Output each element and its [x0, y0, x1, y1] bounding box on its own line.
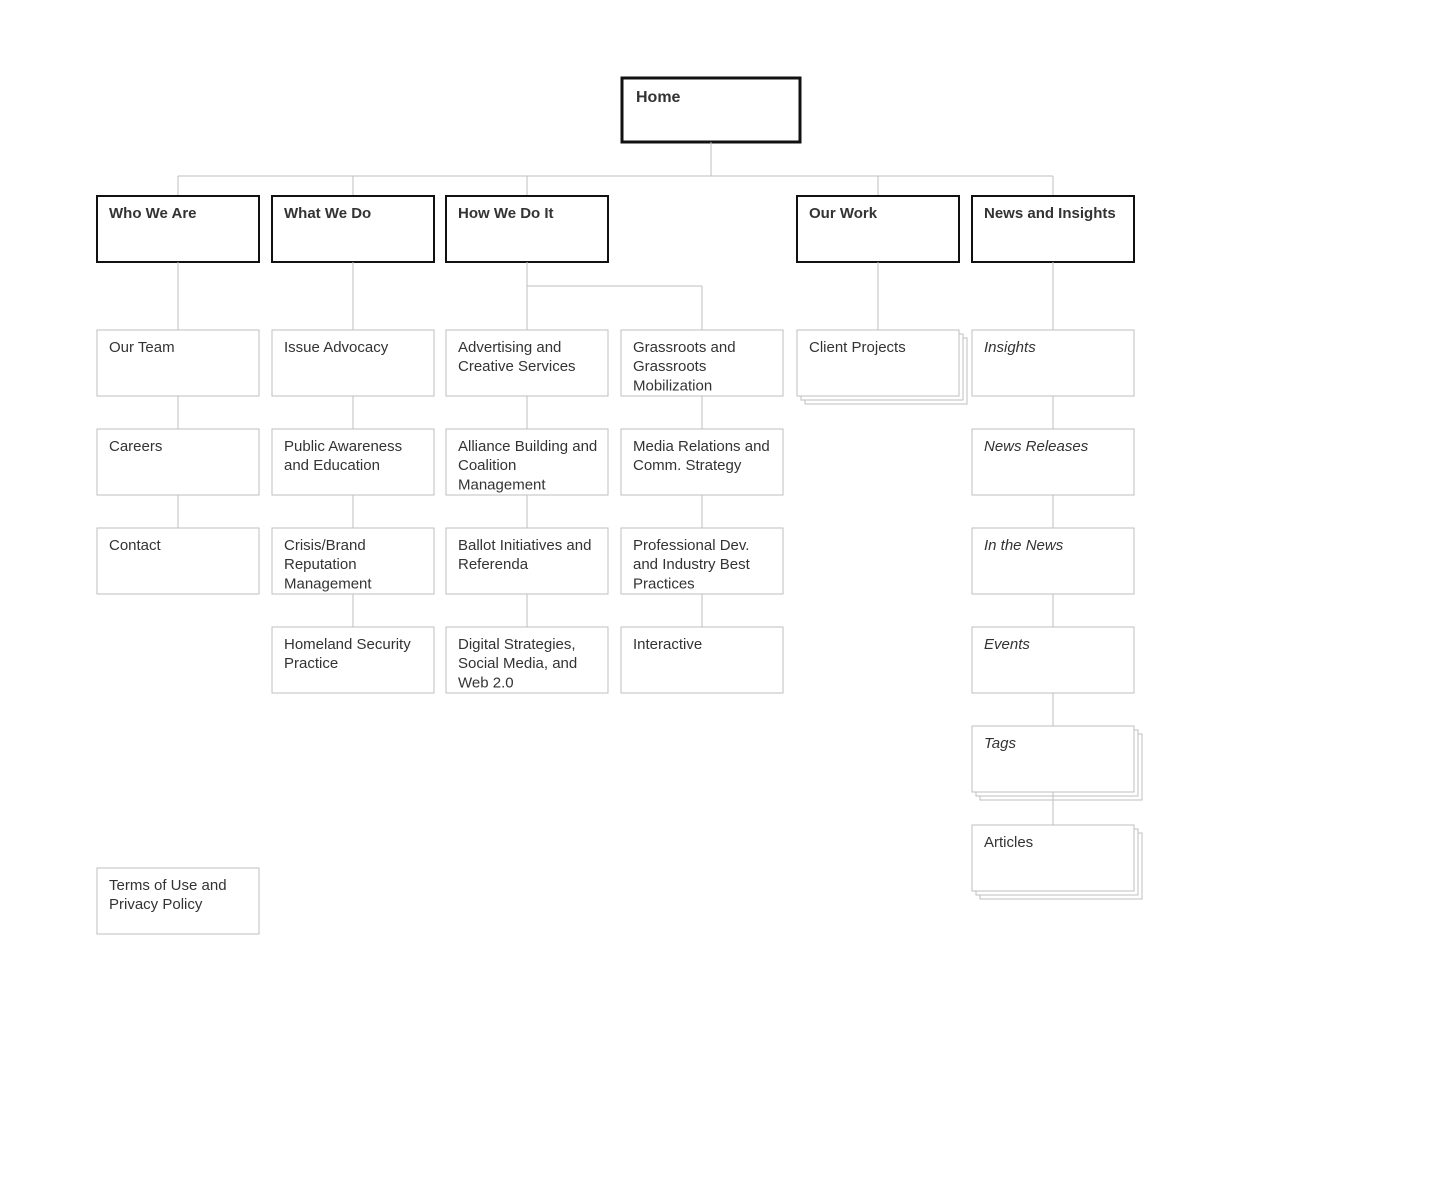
node-contact: Contact [97, 528, 259, 594]
svg-text:Professional Dev.: Professional Dev. [633, 537, 749, 554]
svg-text:Grassroots and: Grassroots and [633, 339, 736, 356]
sitemap-diagram: Home Who We Are What We Do How We Do It Our … [0, 0, 1438, 1200]
section-how: How We Do It [446, 196, 608, 262]
svg-text:Coalition: Coalition [458, 457, 516, 474]
svg-text:Reputation: Reputation [284, 556, 357, 573]
section-work: Our Work [797, 196, 959, 262]
node-terms-privacy: Terms of Use and Privacy Policy [97, 868, 259, 934]
node-insights: Insights [972, 330, 1134, 396]
svg-text:Practices: Practices [633, 575, 695, 592]
svg-text:What We Do: What We Do [284, 205, 371, 222]
node-our-team: Our Team [97, 330, 259, 396]
node-crisis-brand-reputation-management: Crisis/Brand Reputation Management [272, 528, 434, 594]
node-events: Events [972, 627, 1134, 693]
node-digital-strategies-social-media-and-web-2-0: Digital Strategies, Social Media, and Web … [446, 627, 608, 693]
svg-text:News Releases: News Releases [984, 438, 1089, 455]
svg-text:Referenda: Referenda [458, 556, 529, 573]
node-news-releases: News Releases [972, 429, 1134, 495]
svg-text:Ballot Initiatives and: Ballot Initiatives and [458, 537, 591, 554]
svg-text:Privacy Policy: Privacy Policy [109, 896, 203, 913]
svg-text:In the News: In the News [984, 537, 1064, 554]
svg-text:News and Insights: News and Insights [984, 205, 1116, 222]
svg-text:Terms of Use and: Terms of Use and [109, 877, 227, 894]
node-public-awareness-and-education: Public Awareness and Education [272, 429, 434, 495]
node-interactive: Interactive [621, 627, 783, 693]
svg-text:Contact: Contact [109, 537, 162, 554]
svg-text:Our Team: Our Team [109, 339, 175, 356]
node-alliance-building-and-coalition-management: Alliance Building and Coalition Management [446, 429, 608, 495]
node-issue-advocacy: Issue Advocacy [272, 330, 434, 396]
node-client-projects: Client Projects [797, 330, 967, 404]
node-careers: Careers [97, 429, 259, 495]
node-homeland-security-practice: Homeland Security Practice [272, 627, 434, 693]
section-what: What We Do [272, 196, 434, 262]
svg-text:Comm. Strategy: Comm. Strategy [633, 457, 742, 474]
node-home: Home [622, 78, 800, 142]
svg-text:Home: Home [636, 89, 681, 106]
svg-text:Alliance Building and: Alliance Building and [458, 438, 597, 455]
node-media-relations-and-comm-strategy: Media Relations and Comm. Strategy [621, 429, 783, 495]
section-who: Who We Are [97, 196, 259, 262]
svg-text:Social Media, and: Social Media, and [458, 655, 577, 672]
svg-text:Advertising and: Advertising and [458, 339, 561, 356]
svg-text:Mobilization: Mobilization [633, 377, 712, 394]
node-ballot-initiatives-and-referenda: Ballot Initiatives and Referenda [446, 528, 608, 594]
svg-text:Interactive: Interactive [633, 636, 702, 653]
svg-text:Articles: Articles [984, 834, 1033, 851]
svg-text:Client Projects: Client Projects [809, 339, 906, 356]
svg-text:Our Work: Our Work [809, 205, 878, 222]
svg-text:Management: Management [458, 476, 546, 493]
svg-text:Insights: Insights [984, 339, 1036, 356]
svg-text:Creative Services: Creative Services [458, 358, 576, 375]
node-tags: Tags [972, 726, 1142, 800]
svg-text:Crisis/Brand: Crisis/Brand [284, 537, 366, 554]
svg-text:Web 2.0: Web 2.0 [458, 674, 514, 691]
svg-text:Practice: Practice [284, 655, 338, 672]
svg-text:Grassroots: Grassroots [633, 358, 706, 375]
node-grassroots-and-grassroots-mobilization: Grassroots and Grassroots Mobilization [621, 330, 783, 396]
svg-text:Who We Are: Who We Are [109, 205, 197, 222]
svg-text:Careers: Careers [109, 438, 162, 455]
svg-text:Media Relations and: Media Relations and [633, 438, 770, 455]
svg-text:and Education: and Education [284, 457, 380, 474]
svg-text:and Industry Best: and Industry Best [633, 556, 751, 573]
svg-text:Public Awareness: Public Awareness [284, 438, 402, 455]
svg-text:How We Do It: How We Do It [458, 205, 554, 222]
svg-text:Homeland Security: Homeland Security [284, 636, 411, 653]
node-articles: Articles [972, 825, 1142, 899]
svg-text:Management: Management [284, 575, 372, 592]
svg-text:Events: Events [984, 636, 1030, 653]
node-professional-dev-and-industry-best-practices: Professional Dev. and Industry Best Practi… [621, 528, 783, 594]
section-news: News and Insights [972, 196, 1134, 262]
node-in-the-news: In the News [972, 528, 1134, 594]
node-advertising-and-creative-services: Advertising and Creative Services [446, 330, 608, 396]
svg-text:Digital Strategies,: Digital Strategies, [458, 636, 576, 653]
svg-text:Issue Advocacy: Issue Advocacy [284, 339, 389, 356]
svg-text:Tags: Tags [984, 735, 1016, 752]
